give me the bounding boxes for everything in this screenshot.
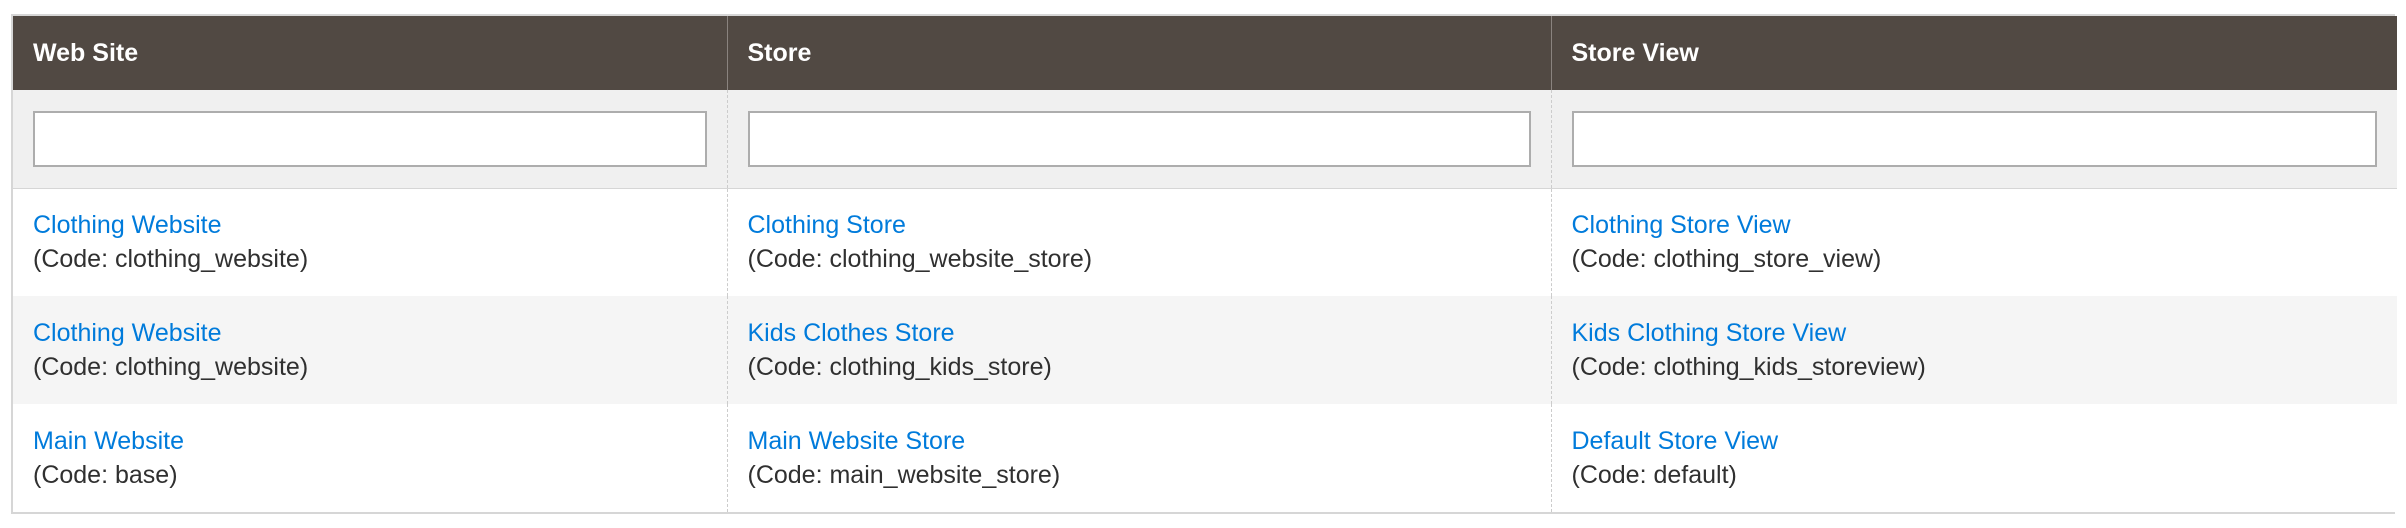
website-link[interactable]: Clothing Website [33,208,707,242]
filter-row [13,90,2397,189]
website-code: (Code: clothing_website) [33,245,309,274]
website-cell: Clothing Website (Code: clothing_website… [13,188,727,296]
store-cell: Clothing Store (Code: clothing_website_s… [726,188,1551,296]
website-filter-input[interactable] [33,110,707,167]
store-code: (Code: clothing_kids_store) [747,353,1052,381]
table-row: Main Website (Code: base) Main Website S… [13,404,2397,512]
store-view-link[interactable]: Kids Clothing Store View [1572,316,2378,350]
store-link[interactable]: Clothing Store [748,208,1531,242]
store-view-filter-input[interactable] [1571,110,2377,167]
website-cell: Clothing Website (Code: clothing_website… [13,296,727,404]
store-filter-input[interactable] [747,110,1531,167]
store-cell: Kids Clothes Store (Code: clothing_kids_… [726,296,1551,404]
table-row: Clothing Website (Code: clothing_website… [13,188,2397,296]
store-view-link[interactable]: Default Store View [1572,424,2378,458]
website-link[interactable]: Main Website [33,424,707,458]
store-view-link[interactable]: Clothing Store View [1572,208,2378,242]
website-code: (Code: clothing_website) [33,353,309,381]
website-cell: Main Website (Code: base) [13,404,727,512]
website-code: (Code: base) [33,461,178,489]
filter-cell-website [13,90,727,189]
store-link[interactable]: Kids Clothes Store [748,316,1531,350]
stores-table: Web Site Store Store View Clothing Websi [13,16,2397,512]
store-link[interactable]: Main Website Store [748,424,1531,458]
store-view-code: (Code: clothing_kids_storeview) [1571,353,1926,381]
website-link[interactable]: Clothing Website [33,316,707,350]
table-header-row: Web Site Store Store View [13,16,2397,90]
store-view-cell: Default Store View (Code: default) [1550,404,2397,512]
column-header-store-view[interactable]: Store View [1550,16,2397,90]
store-code: (Code: main_website_store) [747,461,1061,489]
store-view-cell: Clothing Store View (Code: clothing_stor… [1550,188,2397,296]
store-view-cell: Kids Clothing Store View (Code: clothing… [1550,296,2397,404]
store-view-code: (Code: default) [1571,461,1737,489]
store-cell: Main Website Store (Code: main_website_s… [726,404,1551,512]
stores-grid: Web Site Store Store View Clothing Websi [11,14,2397,514]
filter-cell-store-view [1550,90,2397,189]
store-code: (Code: clothing_website_store) [747,245,1093,274]
table-row: Clothing Website (Code: clothing_website… [13,296,2397,404]
column-header-website[interactable]: Web Site [13,16,727,90]
column-header-store[interactable]: Store [726,16,1551,90]
store-view-code: (Code: clothing_store_view) [1571,245,1882,274]
filter-cell-store [726,90,1551,189]
